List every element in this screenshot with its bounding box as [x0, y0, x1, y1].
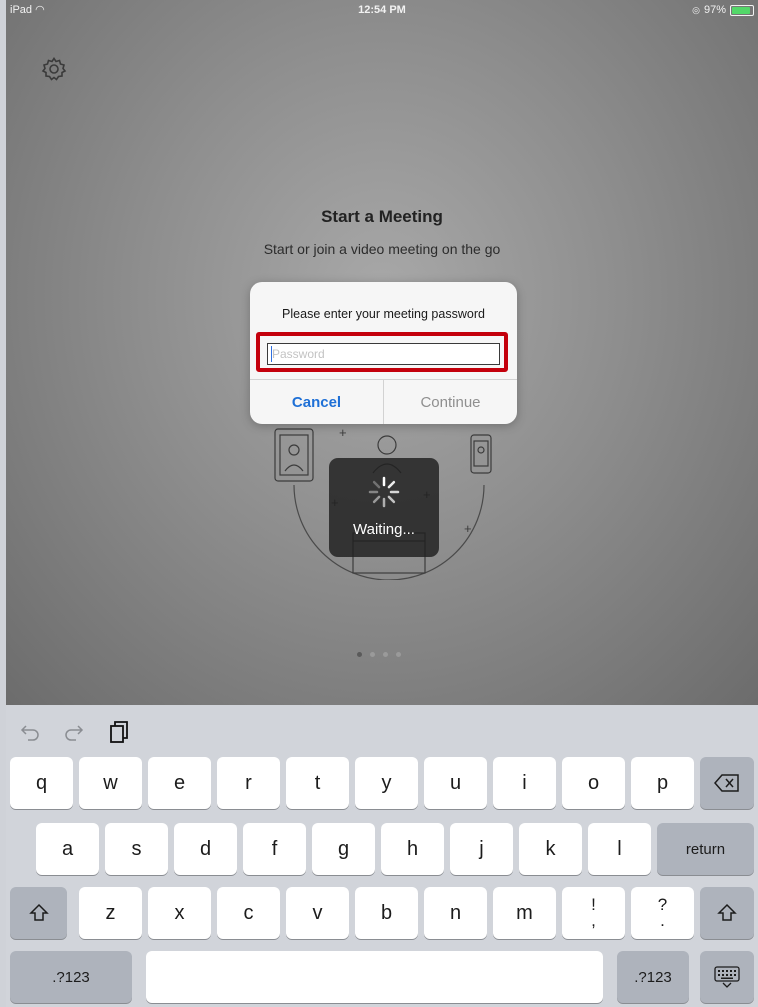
key-z[interactable]: z — [79, 887, 142, 939]
key-a[interactable]: a — [36, 823, 99, 875]
status-time: 12:54 PM — [358, 4, 406, 16]
key-question-period[interactable]: ? . — [631, 887, 694, 939]
battery-percent: 97% — [703, 4, 726, 16]
battery-icon — [730, 4, 754, 16]
key-x[interactable]: x — [148, 887, 211, 939]
page-title: Start a Meeting — [321, 207, 443, 226]
svg-text:+: + — [464, 521, 472, 536]
return-key[interactable]: return — [657, 823, 754, 875]
key-bottom-char: , — [591, 911, 596, 930]
key-k[interactable]: k — [519, 823, 582, 875]
text-caret — [271, 346, 272, 362]
page-dot[interactable] — [383, 652, 388, 657]
dialog-message: Please enter your meeting password — [282, 307, 485, 321]
dialog-buttons: Cancel Continue — [250, 379, 517, 424]
shift-icon — [717, 903, 737, 921]
key-exclaim-comma[interactable]: ! , — [562, 887, 625, 939]
page-dot[interactable] — [396, 652, 401, 657]
key-v[interactable]: v — [286, 887, 349, 939]
key-u[interactable]: u — [424, 757, 487, 809]
spinner-icon — [368, 476, 400, 508]
gear-icon[interactable] — [40, 55, 68, 83]
waiting-hud: Waiting... — [329, 458, 439, 557]
key-m[interactable]: m — [493, 887, 556, 939]
continue-button[interactable]: Continue — [384, 380, 517, 424]
key-d[interactable]: d — [174, 823, 237, 875]
space-key[interactable] — [146, 951, 603, 1003]
key-g[interactable]: g — [312, 823, 375, 875]
password-dialog: Please enter your meeting password Cance… — [250, 282, 517, 424]
key-t[interactable]: t — [286, 757, 349, 809]
status-right: ◎ 97% — [692, 0, 754, 20]
key-c[interactable]: c — [217, 887, 280, 939]
numbers-key-right[interactable]: .?123 — [617, 951, 689, 1003]
page-dot[interactable] — [370, 652, 375, 657]
redo-icon[interactable] — [63, 722, 85, 742]
key-w[interactable]: w — [79, 757, 142, 809]
cancel-button[interactable]: Cancel — [250, 380, 384, 424]
backspace-key[interactable] — [700, 757, 754, 809]
keyboard-toolbar — [6, 705, 758, 755]
key-r[interactable]: r — [217, 757, 280, 809]
key-bottom-char: . — [660, 911, 665, 930]
paste-icon[interactable] — [109, 720, 129, 744]
backspace-icon — [714, 774, 739, 792]
password-input[interactable] — [267, 343, 500, 365]
waiting-label: Waiting... — [353, 521, 415, 538]
onscreen-keyboard: q w e r t y u i o p a s d f g h j k l re… — [6, 705, 758, 1007]
key-n[interactable]: n — [424, 887, 487, 939]
key-l[interactable]: l — [588, 823, 651, 875]
page-dot[interactable] — [357, 652, 362, 657]
key-e[interactable]: e — [148, 757, 211, 809]
key-b[interactable]: b — [355, 887, 418, 939]
keyboard-dismiss-icon — [714, 966, 740, 988]
svg-text:+: + — [339, 425, 347, 440]
dismiss-keyboard-key[interactable] — [700, 951, 754, 1003]
key-o[interactable]: o — [562, 757, 625, 809]
key-f[interactable]: f — [243, 823, 306, 875]
page-subtitle: Start or join a video meeting on the go — [263, 241, 501, 257]
key-h[interactable]: h — [381, 823, 444, 875]
key-i[interactable]: i — [493, 757, 556, 809]
key-y[interactable]: y — [355, 757, 418, 809]
undo-icon[interactable] — [19, 722, 41, 742]
shift-icon — [28, 903, 49, 921]
orientation-lock-icon: ◎ — [692, 5, 700, 15]
numbers-key-left[interactable]: .?123 — [10, 951, 132, 1003]
key-p[interactable]: p — [631, 757, 694, 809]
key-s[interactable]: s — [105, 823, 168, 875]
key-q[interactable]: q — [10, 757, 73, 809]
shift-key-right[interactable] — [700, 887, 754, 939]
shift-key-left[interactable] — [10, 887, 67, 939]
key-j[interactable]: j — [450, 823, 513, 875]
status-bar: iPad ◠ 12:54 PM ◎ 97% — [6, 0, 758, 20]
page-indicator[interactable] — [357, 652, 401, 657]
app-screen: iPad ◠ 12:54 PM ◎ 97% Start a Meeting St… — [6, 0, 758, 705]
